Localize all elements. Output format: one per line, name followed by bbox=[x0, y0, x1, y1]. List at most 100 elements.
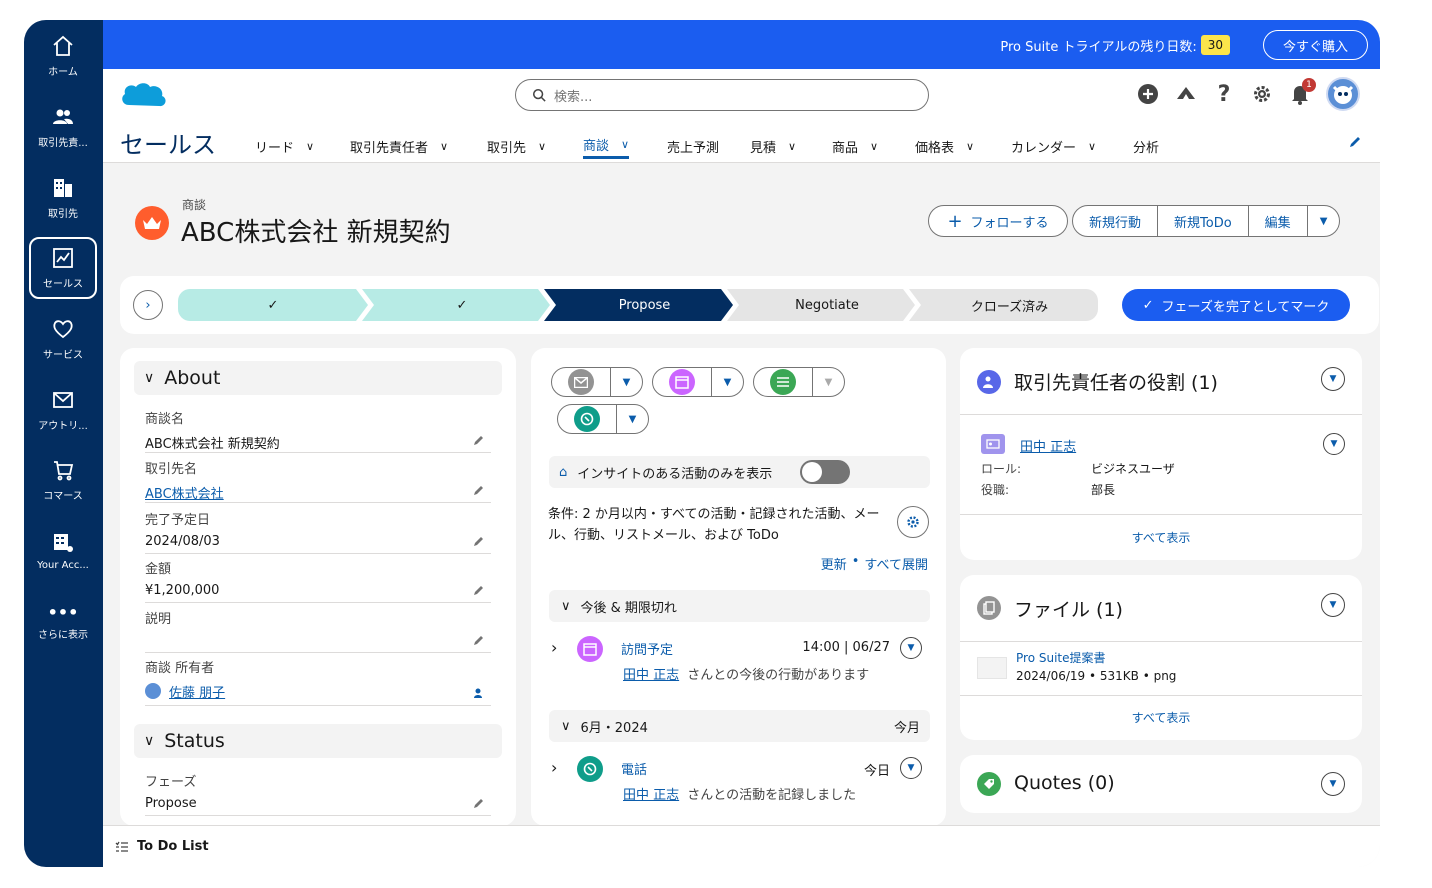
salesforce-logo[interactable] bbox=[119, 79, 169, 111]
email-action[interactable]: ▼ bbox=[551, 367, 643, 397]
sidebar-item-more[interactable]: ••• さらに表示 bbox=[29, 593, 97, 653]
chevron-down-icon[interactable]: ∨ bbox=[1088, 140, 1096, 153]
sidebar-item-accounts[interactable]: 取引先 bbox=[29, 168, 97, 228]
todo-list-button[interactable]: To Do List bbox=[115, 839, 209, 854]
chevron-right-icon[interactable]: › bbox=[551, 638, 557, 657]
files-icon bbox=[977, 596, 1001, 620]
edit-pencil-icon[interactable] bbox=[473, 634, 485, 646]
path-expand-toggle[interactable]: › bbox=[133, 290, 163, 320]
chevron-right-icon[interactable]: › bbox=[551, 758, 557, 777]
files-view-all-link[interactable]: すべて表示 bbox=[960, 709, 1362, 726]
edit-pencil-icon[interactable] bbox=[473, 584, 485, 596]
chevron-down-icon[interactable]: ∨ bbox=[966, 140, 974, 153]
event-menu-button[interactable]: ▼ bbox=[900, 637, 922, 659]
chevron-down-icon[interactable]: ∨ bbox=[306, 140, 314, 153]
edit-pencil-icon[interactable] bbox=[473, 797, 485, 809]
sidebar-item-contacts[interactable]: 取引先責... bbox=[29, 97, 97, 157]
help-icon[interactable]: ? bbox=[1212, 82, 1236, 107]
edit-nav-pencil-icon[interactable] bbox=[1348, 135, 1362, 149]
path-stage-propose[interactable]: Propose bbox=[556, 289, 733, 321]
trial-banner: Pro Suite トライアルの残り日数: 30 今すぐ購入 bbox=[103, 20, 1380, 69]
caret-down-icon[interactable]: ▼ bbox=[610, 368, 642, 396]
month-section-header[interactable]: ∨ 6月・2024 今月 bbox=[549, 710, 930, 742]
caret-down-icon[interactable]: ▼ bbox=[711, 368, 743, 396]
edit-pencil-icon[interactable] bbox=[473, 484, 485, 496]
call-action[interactable]: ▼ bbox=[557, 404, 649, 434]
sidebar-item-sales[interactable]: セールス bbox=[29, 237, 97, 299]
caret-down-icon[interactable]: ▼ bbox=[812, 368, 844, 396]
contact-link[interactable]: 田中 正志 bbox=[623, 788, 679, 803]
task-action[interactable]: ▼ bbox=[753, 367, 845, 397]
sidebar-item-label: アウトリ... bbox=[38, 421, 88, 432]
sidebar-item-commerce[interactable]: コマース bbox=[29, 450, 97, 510]
follow-button[interactable]: + フォローする bbox=[928, 205, 1068, 237]
sidebar-item-service[interactable]: サービス bbox=[29, 309, 97, 369]
user-avatar[interactable] bbox=[1326, 77, 1360, 111]
notifications-bell-icon[interactable]: 1 bbox=[1288, 78, 1316, 106]
call-title-link[interactable]: 電話 bbox=[621, 759, 647, 778]
activity-settings-button[interactable] bbox=[897, 506, 929, 538]
change-owner-icon[interactable] bbox=[473, 687, 485, 699]
chevron-down-icon: ∨ bbox=[144, 370, 155, 386]
nav-tab-contacts[interactable]: 取引先責任者 ∨ bbox=[350, 133, 448, 159]
path-stage-negotiate[interactable]: Negotiate bbox=[739, 289, 915, 321]
chevron-down-icon[interactable]: ∨ bbox=[538, 140, 546, 153]
chevron-down-icon[interactable]: ∨ bbox=[788, 140, 796, 153]
insight-toggle[interactable] bbox=[800, 460, 850, 484]
files-menu-button[interactable]: ▼ bbox=[1321, 593, 1345, 617]
new-task-button[interactable]: 新規ToDo bbox=[1158, 206, 1249, 236]
refresh-link[interactable]: 更新 bbox=[821, 554, 847, 573]
event-action[interactable]: ▼ bbox=[652, 367, 744, 397]
global-create-icon[interactable] bbox=[1136, 82, 1160, 106]
account-name-link[interactable]: ABC株式会社 bbox=[145, 483, 491, 502]
edit-pencil-icon[interactable] bbox=[473, 434, 485, 446]
mark-stage-complete-button[interactable]: ✓ フェーズを完了としてマーク bbox=[1122, 289, 1350, 321]
nav-tab-products[interactable]: 商品 ∨ bbox=[832, 133, 878, 159]
nav-tab-analytics[interactable]: 分析 bbox=[1133, 133, 1159, 159]
call-menu-button[interactable]: ▼ bbox=[900, 757, 922, 779]
nav-tab-price-books[interactable]: 価格表 ∨ bbox=[915, 133, 974, 159]
nav-tab-forecasts[interactable]: 売上予測 bbox=[667, 133, 719, 159]
path-stage-closed[interactable]: クローズ済み bbox=[921, 289, 1098, 321]
new-event-button[interactable]: 新規行動 bbox=[1073, 206, 1159, 236]
gear-icon[interactable] bbox=[1250, 82, 1274, 106]
global-search-input[interactable]: 検索... bbox=[515, 79, 929, 111]
sidebar-item-your-account[interactable]: Your Acc... bbox=[29, 521, 97, 581]
caret-down-icon[interactable]: ▼ bbox=[616, 405, 648, 433]
contact-menu-button[interactable]: ▼ bbox=[1323, 433, 1345, 455]
file-name-link[interactable]: Pro Suite提案書 bbox=[1016, 649, 1106, 666]
search-placeholder: 検索... bbox=[554, 89, 593, 105]
chevron-down-icon[interactable]: ∨ bbox=[621, 138, 629, 151]
search-icon bbox=[532, 88, 546, 102]
contact-roles-view-all-link[interactable]: すべて表示 bbox=[960, 529, 1362, 546]
sidebar-item-home[interactable]: ホーム bbox=[29, 26, 97, 86]
expand-all-link[interactable]: すべて展開 bbox=[864, 554, 928, 573]
nav-tab-accounts[interactable]: 取引先 ∨ bbox=[487, 133, 546, 159]
quotes-heading: Quotes (0) bbox=[1014, 772, 1115, 794]
path-stage-1[interactable]: ✓ bbox=[178, 289, 368, 321]
buy-now-button[interactable]: 今すぐ購入 bbox=[1263, 30, 1368, 60]
event-title-link[interactable]: 訪問予定 bbox=[621, 639, 673, 658]
owner-name-link[interactable]: 佐藤 朋子 bbox=[169, 682, 225, 701]
nav-tab-calendar[interactable]: カレンダー ∨ bbox=[1011, 133, 1096, 159]
file-thumbnail[interactable] bbox=[977, 657, 1007, 679]
contact-name-link[interactable]: 田中 正志 bbox=[1020, 436, 1076, 455]
nav-tab-leads[interactable]: リード ∨ bbox=[255, 133, 314, 159]
sidebar-item-outreach[interactable]: アウトリ... bbox=[29, 380, 97, 440]
quotes-menu-button[interactable]: ▼ bbox=[1321, 772, 1345, 796]
trailhead-icon[interactable] bbox=[1174, 82, 1198, 106]
nav-tab-quotes[interactable]: 見積 ∨ bbox=[750, 133, 796, 159]
contact-roles-menu-button[interactable]: ▼ bbox=[1321, 367, 1345, 391]
edit-pencil-icon[interactable] bbox=[473, 535, 485, 547]
edit-button[interactable]: 編集 bbox=[1249, 206, 1308, 236]
contact-link[interactable]: 田中 正志 bbox=[623, 668, 679, 683]
chevron-down-icon[interactable]: ∨ bbox=[870, 140, 878, 153]
about-section-header[interactable]: ∨ About bbox=[134, 361, 502, 395]
nav-tab-opportunities[interactable]: 商談 ∨ bbox=[583, 133, 630, 159]
owner-avatar-icon bbox=[145, 683, 161, 699]
path-stage-2[interactable]: ✓ bbox=[374, 289, 550, 321]
more-actions-dropdown[interactable]: ▼ bbox=[1308, 206, 1340, 236]
upcoming-section-header[interactable]: ∨ 今後 & 期限切れ bbox=[549, 590, 930, 622]
status-section-header[interactable]: ∨ Status bbox=[134, 724, 502, 758]
chevron-down-icon[interactable]: ∨ bbox=[440, 140, 448, 153]
